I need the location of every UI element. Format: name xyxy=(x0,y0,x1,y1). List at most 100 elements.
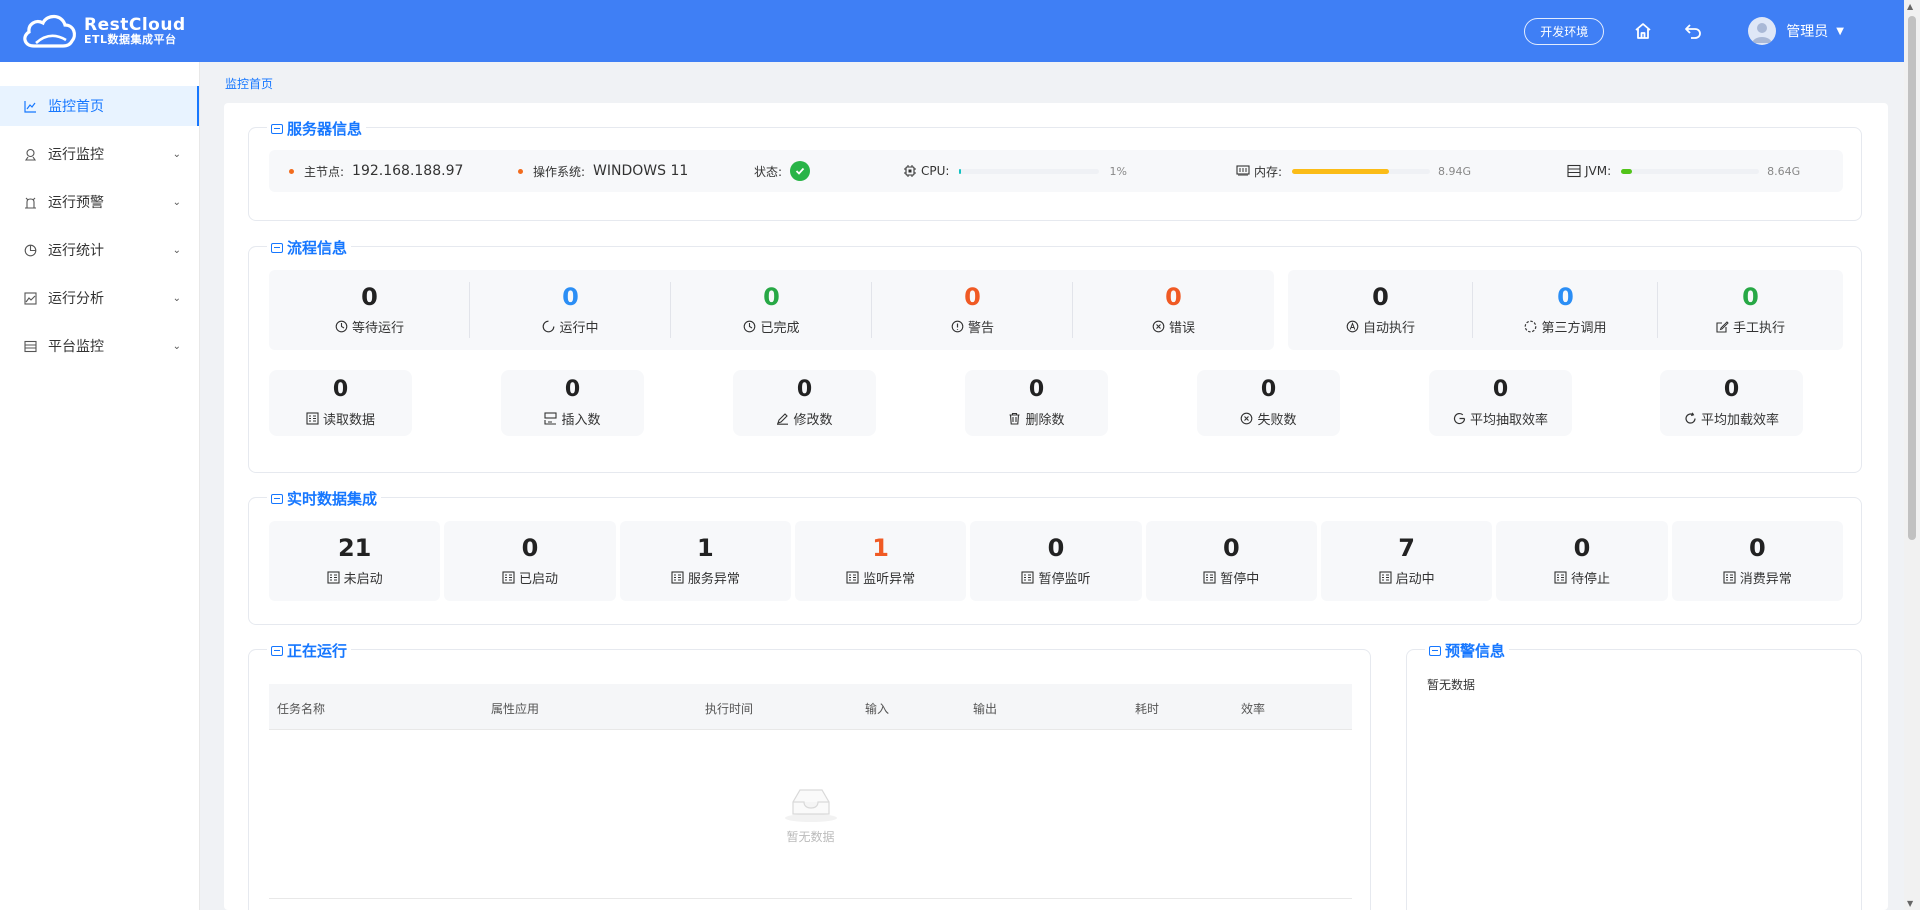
pen-icon xyxy=(776,412,789,425)
stat-value: 1 xyxy=(872,533,889,562)
stat-paused[interactable]: 0 暂停中 xyxy=(1145,521,1317,601)
main-content: 服务器信息 主节点: 192.168.188.97 操作系统: WINDOWS … xyxy=(224,103,1888,910)
stat-starting[interactable]: 7 启动中 xyxy=(1320,521,1493,601)
stat-started[interactable]: 0 已启动 xyxy=(444,521,616,601)
stat-listen-error[interactable]: 1 监听异常 xyxy=(794,521,967,601)
list-box-icon xyxy=(502,570,515,584)
sidebar-item-run-monitor[interactable]: 运行监控 ⌄ xyxy=(0,134,199,174)
stat-value: 0 xyxy=(796,376,813,402)
page-scrollbar[interactable]: ▲ ▼ xyxy=(1904,0,1920,910)
flow-info-section: 流程信息 0 等待运行 0 运行中 0 已完成 0 警告 0 错误 0 自动执行… xyxy=(248,237,1862,473)
sidebar-item-label: 平台监控 xyxy=(48,339,104,355)
stat-label: 错误 xyxy=(1168,320,1195,336)
flow-status-group: 0 等待运行 0 运行中 0 已完成 0 警告 0 错误 xyxy=(269,270,1274,350)
stat-update-count[interactable]: 0 修改数 xyxy=(733,370,876,436)
empty-text: 暂无数据 xyxy=(786,830,835,844)
column-header[interactable]: 输出 xyxy=(973,700,997,717)
os-value: WINDOWS 11 xyxy=(593,163,689,179)
stat-completed[interactable]: 0 已完成 xyxy=(671,270,872,350)
stat-value: 0 xyxy=(332,376,349,402)
empty-state: 暂无数据 xyxy=(249,780,1372,845)
stat-label: 等待运行 xyxy=(351,320,404,336)
sidebar-item-run-analysis[interactable]: 运行分析 ⌄ xyxy=(0,278,199,318)
stat-insert-count[interactable]: 0 插入数 xyxy=(501,370,644,436)
section-title: 预警信息 xyxy=(1445,642,1506,660)
column-header[interactable]: 输入 xyxy=(865,700,889,717)
env-button[interactable]: 开发环境 xyxy=(1524,17,1605,45)
column-header[interactable]: 任务名称 xyxy=(277,700,325,717)
stat-delete-count[interactable]: 0 删除数 xyxy=(965,370,1108,436)
column-header[interactable]: 耗时 xyxy=(1135,700,1159,717)
stat-warning[interactable]: 0 警告 xyxy=(872,270,1073,350)
stat-waiting[interactable]: 0 等待运行 xyxy=(269,270,470,350)
stat-fail-count[interactable]: 0 失败数 xyxy=(1197,370,1340,436)
cpu-value: 1% xyxy=(1109,164,1127,178)
logo[interactable]: RestCloud ETL数据集成平台 xyxy=(20,10,186,52)
chevron-down-icon: ⌄ xyxy=(172,244,181,256)
section-title: 实时数据集成 xyxy=(287,490,378,508)
list-box-icon xyxy=(846,570,859,584)
section-title: 正在运行 xyxy=(287,642,348,660)
stat-label: 未启动 xyxy=(343,571,383,587)
cpu-icon xyxy=(904,165,916,177)
stat-pause-listen[interactable]: 0 暂停监听 xyxy=(970,521,1142,601)
os-info: 操作系统: WINDOWS 11 xyxy=(518,150,688,192)
back-icon[interactable] xyxy=(1682,20,1704,42)
scroll-up-icon[interactable]: ▲ xyxy=(1907,2,1913,11)
jvm-icon xyxy=(1567,164,1581,178)
stat-value: 0 xyxy=(1723,376,1740,402)
stat-running[interactable]: 0 运行中 xyxy=(470,270,671,350)
location-pin-icon xyxy=(24,147,38,161)
sidebar-item-run-stats[interactable]: 运行统计 ⌄ xyxy=(0,230,199,270)
running-table-header: 任务名称 属性应用 执行时间 输入 输出 耗时 效率 xyxy=(269,684,1352,730)
stat-value: 0 xyxy=(564,376,581,402)
sidebar-item-label: 运行预警 xyxy=(48,195,104,211)
memory-label: 内存: xyxy=(1254,164,1283,179)
stat-avg-extract[interactable]: 0 平均抽取效率 xyxy=(1429,370,1572,436)
close-circle-icon xyxy=(1240,412,1253,425)
chevron-down-icon: ⌄ xyxy=(172,148,181,160)
stat-read-data[interactable]: 0 读取数据 xyxy=(269,370,412,436)
scroll-thumb[interactable] xyxy=(1908,16,1916,540)
status-label: 状态: xyxy=(754,164,783,179)
stat-label: 待停止 xyxy=(1570,571,1610,587)
stat-label: 失败数 xyxy=(1257,412,1297,428)
user-menu[interactable]: 管理员 ▼ xyxy=(1748,17,1844,45)
memory-info: 内存: 8.94G xyxy=(1236,150,1471,192)
sidebar-item-platform-monitor[interactable]: 平台监控 ⌄ xyxy=(0,326,199,366)
stat-third-party[interactable]: 0 第三方调用 xyxy=(1473,270,1658,350)
server-icon xyxy=(24,339,38,353)
list-box-icon xyxy=(306,411,319,425)
sidebar: 监控首页 运行监控 ⌄ 运行预警 ⌄ 运行统计 ⌄ 运行分析 ⌄ 平台监控 ⌄ xyxy=(0,62,200,910)
column-header[interactable]: 属性应用 xyxy=(491,700,539,717)
stat-error[interactable]: 0 错误 xyxy=(1073,270,1274,350)
stat-to-stop[interactable]: 0 待停止 xyxy=(1496,521,1668,601)
cloud-logo-icon xyxy=(23,14,76,48)
home-icon[interactable] xyxy=(1632,20,1654,42)
section-icon xyxy=(271,493,283,504)
memory-value: 8.94G xyxy=(1438,164,1472,178)
breadcrumb[interactable]: 监控首页 xyxy=(225,75,273,92)
scroll-down-icon[interactable]: ▼ xyxy=(1907,899,1913,908)
jvm-progress xyxy=(1621,168,1760,174)
dashed-circle-icon xyxy=(1524,320,1537,333)
sidebar-item-run-alert[interactable]: 运行预警 ⌄ xyxy=(0,182,199,222)
list-box-icon xyxy=(1379,570,1392,584)
sidebar-item-label: 运行分析 xyxy=(48,291,104,307)
stat-avg-load[interactable]: 0 平均加载效率 xyxy=(1660,370,1803,436)
stat-manual-exec[interactable]: 0 手工执行 xyxy=(1658,270,1843,350)
stat-label: 修改数 xyxy=(793,412,833,428)
stat-consume-error[interactable]: 0 消费异常 xyxy=(1671,521,1843,601)
top-header: RestCloud ETL数据集成平台 开发环境 管理员 ▼ xyxy=(0,0,1904,62)
chevron-down-icon: ⌄ xyxy=(172,292,181,304)
stat-not-started[interactable]: 21 未启动 xyxy=(269,521,441,601)
stat-service-error[interactable]: 1 服务异常 xyxy=(619,521,791,601)
jvm-value: 8.64G xyxy=(1767,164,1801,178)
column-header[interactable]: 执行时间 xyxy=(705,700,753,717)
stat-value: 0 xyxy=(1742,282,1759,311)
stat-label: 自动执行 xyxy=(1362,320,1415,336)
stat-auto-exec[interactable]: 0 自动执行 xyxy=(1288,270,1473,350)
sidebar-item-monitor-home[interactable]: 监控首页 xyxy=(0,86,199,126)
column-header[interactable]: 效率 xyxy=(1241,700,1265,717)
chevron-down-icon: ⌄ xyxy=(172,196,181,208)
